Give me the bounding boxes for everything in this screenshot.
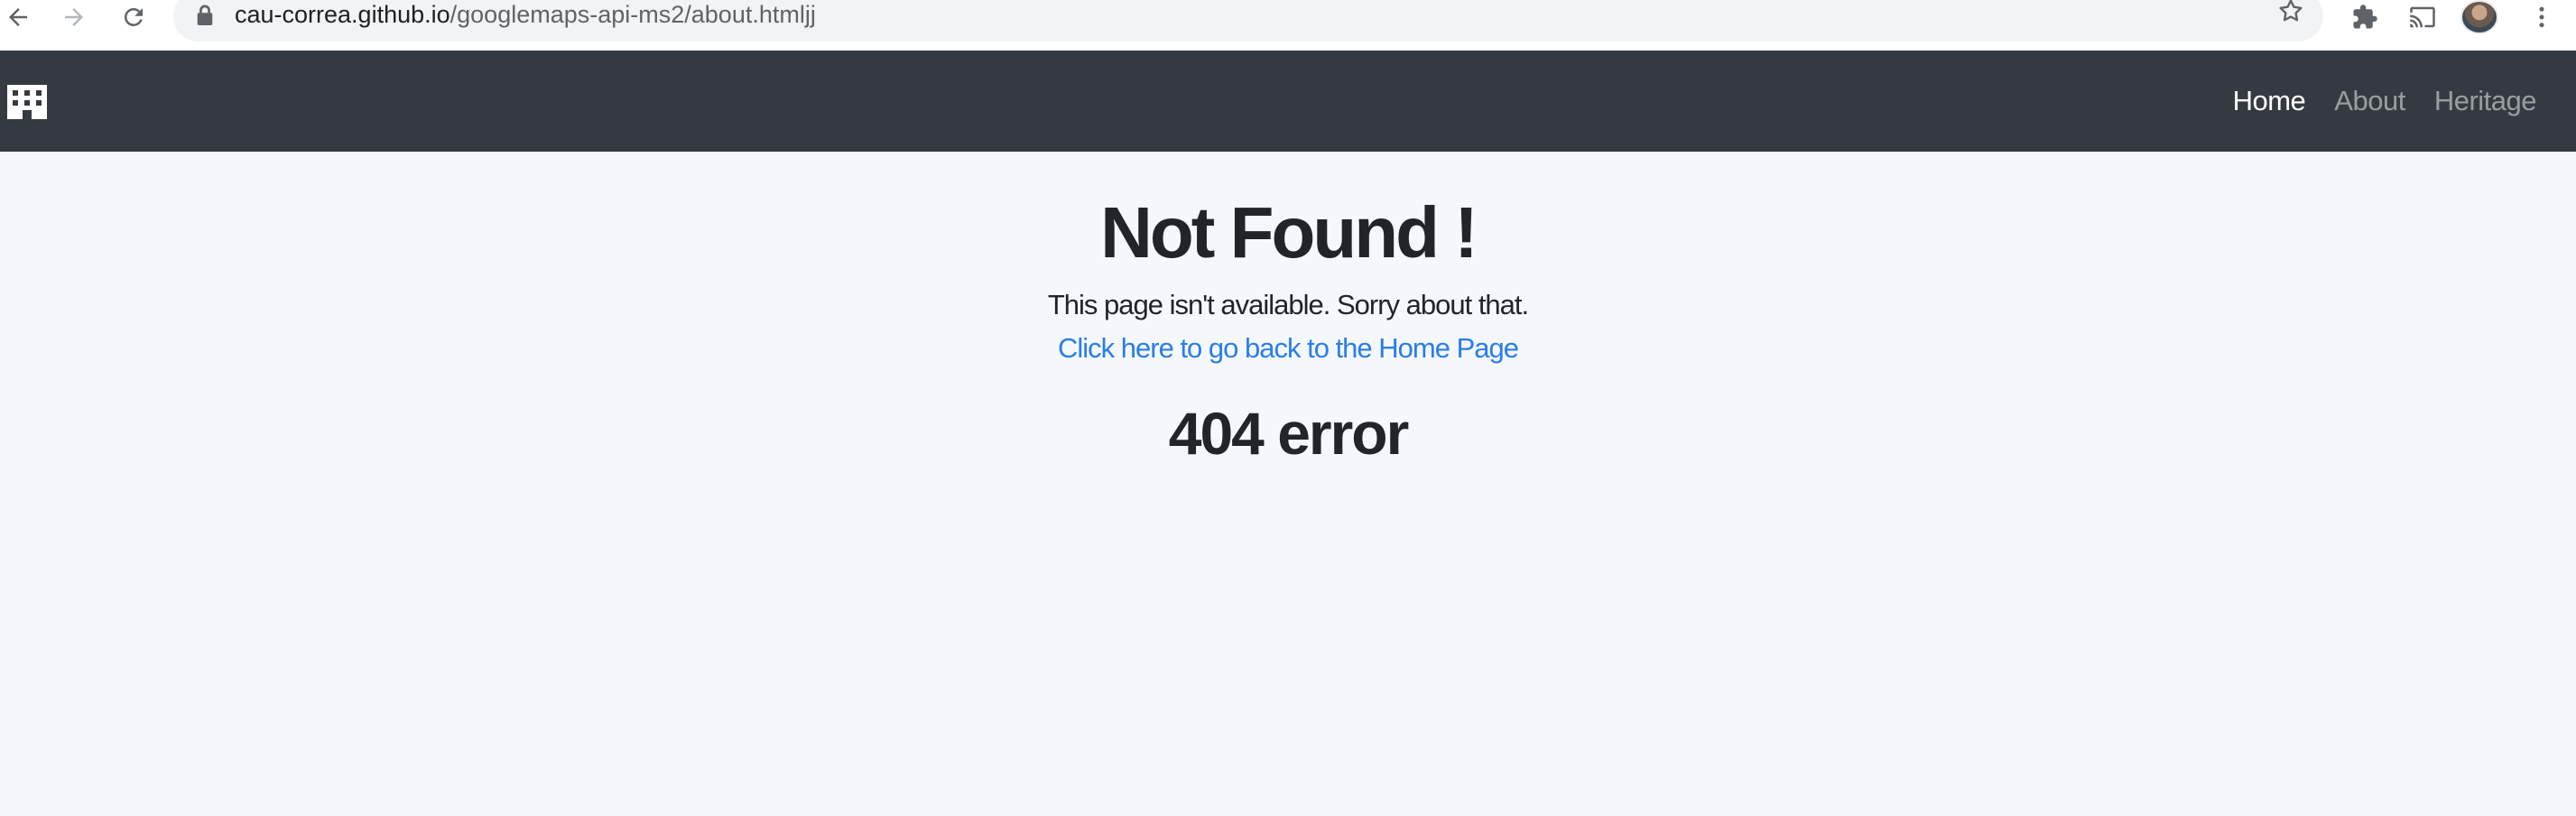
cast-button[interactable] bbox=[2405, 0, 2441, 34]
home-page-link[interactable]: Click here to go back to the Home Page bbox=[0, 330, 2576, 366]
url-host: cau-correa.github.io bbox=[235, 1, 450, 28]
arrow-right-icon bbox=[65, 8, 83, 26]
reload-button[interactable] bbox=[116, 0, 152, 34]
more-vertical-icon bbox=[2539, 6, 2544, 28]
nav-link-heritage[interactable]: Heritage bbox=[2434, 85, 2537, 117]
nav-link-home[interactable]: Home bbox=[2233, 85, 2306, 117]
address-bar[interactable]: cau-correa.github.io/googlemaps-api-ms2/… bbox=[173, 0, 2323, 42]
reload-icon bbox=[124, 7, 143, 26]
bookmark-star-icon[interactable] bbox=[2276, 0, 2305, 25]
arrow-left-icon bbox=[9, 8, 27, 26]
url-path: /googlemaps-api-ms2/about.htmljj bbox=[449, 1, 816, 28]
back-button[interactable] bbox=[0, 0, 36, 34]
site-navbar: Home About Heritage bbox=[0, 51, 2576, 152]
error-message: This page isn't available. Sorry about t… bbox=[1047, 289, 1529, 320]
page-title: Not Found ! bbox=[1100, 192, 1478, 273]
puzzle-icon bbox=[2353, 5, 2377, 29]
main-content: Not Found ! This page isn't available. S… bbox=[0, 152, 2576, 816]
nav-link-about[interactable]: About bbox=[2334, 85, 2405, 117]
profile-avatar[interactable] bbox=[2460, 0, 2498, 34]
building-icon[interactable] bbox=[7, 85, 47, 119]
cast-icon bbox=[2410, 6, 2435, 28]
url-text: cau-correa.github.io/googlemaps-api-ms2/… bbox=[235, 1, 816, 28]
error-code: 404 error bbox=[1168, 400, 1410, 467]
nav-links: Home About Heritage bbox=[2233, 51, 2537, 152]
browser-toolbar: cau-correa.github.io/googlemaps-api-ms2/… bbox=[0, 0, 2576, 51]
browser-menu-button[interactable] bbox=[2524, 0, 2560, 34]
forward-button[interactable] bbox=[56, 0, 92, 34]
lock-icon bbox=[197, 5, 213, 25]
extensions-button[interactable] bbox=[2347, 0, 2383, 34]
